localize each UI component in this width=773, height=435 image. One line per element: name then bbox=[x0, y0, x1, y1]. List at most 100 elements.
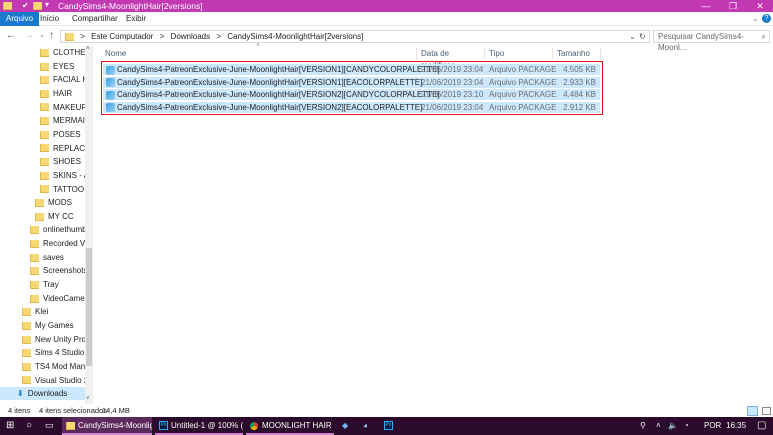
nav-item[interactable]: Visual Studio 201 bbox=[0, 374, 85, 387]
show-hidden-icons[interactable]: ˄ bbox=[656, 421, 661, 430]
close-button[interactable]: ✕ bbox=[750, 0, 770, 12]
nav-item[interactable]: Recorded Vid bbox=[0, 237, 85, 250]
taskbar-app-label: Untitled-1 @ 100% (L... bbox=[171, 421, 243, 430]
nav-item-label: Sims 4 Studio bbox=[35, 348, 85, 358]
column-header-name[interactable]: Nome bbox=[101, 48, 417, 60]
ribbon-tabs: Arquivo Início Compartilhar Exibir ⌄ ? bbox=[0, 12, 773, 26]
photoshop-pinned-icon[interactable]: Ps bbox=[384, 421, 393, 430]
back-button[interactable]: ← bbox=[6, 30, 16, 41]
breadcrumb-downloads[interactable]: Downloads bbox=[171, 32, 211, 41]
nav-item-label: Tray bbox=[43, 280, 59, 290]
sims4-studio-icon[interactable]: ◆ bbox=[342, 421, 348, 430]
tab-inicio[interactable]: Início bbox=[34, 12, 65, 26]
nav-item[interactable]: TS4 Mod Manag bbox=[0, 360, 85, 373]
minimize-button[interactable]: — bbox=[696, 0, 716, 12]
selected-size: 14,4 MB bbox=[102, 406, 130, 415]
nav-item[interactable]: MERMAID bbox=[0, 114, 85, 127]
address-bar[interactable]: > Este Computador > Downloads > CandySim… bbox=[60, 30, 650, 43]
nav-item[interactable]: New Unity Proje bbox=[0, 333, 85, 346]
folder-icon bbox=[40, 117, 49, 126]
column-header-date[interactable]: Data de modificaç... bbox=[417, 48, 485, 70]
nav-item[interactable]: EYES bbox=[0, 60, 85, 73]
nav-item-label: REPLACEM bbox=[53, 143, 85, 153]
restore-button[interactable]: ❐ bbox=[723, 0, 743, 12]
nav-item[interactable]: SHOES bbox=[0, 155, 85, 168]
nav-item-label: POSES bbox=[53, 129, 81, 139]
search-box[interactable]: Pesquisar CandySims4-Moonl... ⌕ bbox=[653, 30, 770, 52]
action-center-icon[interactable]: ▢ bbox=[757, 420, 766, 431]
recent-locations-icon[interactable]: ⌄ bbox=[39, 31, 45, 39]
expand-ribbon-icon[interactable]: ⌄ bbox=[752, 14, 759, 23]
nav-item[interactable]: CLOTHES | bbox=[0, 46, 85, 59]
quick-access-dropdown-icon[interactable]: ▾ bbox=[45, 0, 49, 9]
nav-item[interactable]: ⬇ Downloads bbox=[0, 387, 85, 401]
nav-item[interactable]: onlinethumb bbox=[0, 223, 85, 236]
language-indicator[interactable]: POR bbox=[704, 421, 721, 430]
cortana-search-icon[interactable]: ○ bbox=[26, 420, 32, 431]
taskbar-app-photoshop[interactable]: Ps Untitled-1 @ 100% (L... bbox=[155, 417, 243, 435]
start-button-windows-icon[interactable]: ⊞ bbox=[6, 420, 14, 431]
nav-item[interactable]: MY CC bbox=[0, 210, 85, 223]
forward-button[interactable]: → bbox=[24, 30, 34, 41]
large-icons-view-button[interactable] bbox=[762, 407, 771, 415]
taskbar-app-chrome[interactable]: MOONLIGHT HAIR | ... bbox=[246, 417, 334, 435]
app-icon[interactable]: ◕ bbox=[363, 421, 368, 430]
people-icon[interactable]: ⚲ bbox=[640, 421, 646, 430]
title-bar: ✔ ▾ CandySims4-MoonlightHair[2versions] … bbox=[0, 0, 773, 12]
search-input[interactable]: Pesquisar CandySims4-Moonl... bbox=[658, 32, 744, 52]
scroll-down-arrow[interactable]: ˅ bbox=[86, 396, 90, 402]
nav-scrollbar-thumb[interactable] bbox=[86, 248, 92, 366]
nav-item[interactable]: My Games bbox=[0, 319, 85, 332]
folder-icon bbox=[40, 130, 49, 139]
nav-item[interactable]: Sims 4 Studio bbox=[0, 346, 85, 359]
breadcrumb-este-computador[interactable]: Este Computador bbox=[91, 32, 153, 41]
column-header-size[interactable]: Tamanho bbox=[553, 48, 601, 60]
nav-item[interactable]: saves bbox=[0, 251, 85, 264]
nav-item[interactable]: HAIR bbox=[0, 87, 85, 100]
tab-exibir[interactable]: Exibir bbox=[120, 12, 152, 26]
folder-icon bbox=[40, 89, 49, 98]
help-icon[interactable]: ? bbox=[762, 14, 771, 23]
nav-item-label: Screenshots bbox=[43, 266, 85, 276]
taskbar-app-explorer[interactable]: CandySims4-Moonlig... bbox=[62, 417, 152, 435]
nav-item-label: HAIR bbox=[53, 88, 73, 98]
new-folder-icon[interactable] bbox=[33, 2, 42, 10]
folder-icon bbox=[40, 103, 49, 112]
tab-compartilhar[interactable]: Compartilhar bbox=[66, 12, 124, 26]
address-dropdown-icon[interactable]: ⌄ bbox=[629, 31, 636, 42]
refresh-icon[interactable]: ↻ bbox=[639, 31, 646, 42]
breadcrumb-current[interactable]: CandySims4-MoonlightHair[2versions] bbox=[227, 32, 363, 41]
nav-item-label: TATTOO bbox=[53, 184, 85, 194]
nav-item[interactable]: FACIAL HA bbox=[0, 73, 85, 86]
up-button[interactable]: ↑ bbox=[49, 30, 54, 41]
clock[interactable]: 16:35 bbox=[726, 421, 746, 430]
column-header-type[interactable]: Tipo bbox=[485, 48, 553, 60]
properties-icon[interactable]: ✔ bbox=[22, 1, 29, 10]
nav-item-label: SHOES bbox=[53, 157, 82, 167]
folder-icon bbox=[22, 308, 31, 317]
downloads-icon: ⬇ bbox=[17, 389, 24, 399]
taskbar: ⊞ ○ ▭ CandySims4-Moonlig... Ps Untitled-… bbox=[0, 417, 773, 435]
nav-item[interactable]: POSES bbox=[0, 128, 85, 141]
nav-item[interactable]: MAKEUP bbox=[0, 101, 85, 114]
scroll-up-arrow[interactable]: ˄ bbox=[86, 46, 90, 52]
folder-icon bbox=[30, 239, 39, 248]
nav-item[interactable]: Tray bbox=[0, 278, 85, 291]
folder-icon bbox=[40, 48, 49, 57]
task-view-icon[interactable]: ▭ bbox=[45, 420, 54, 431]
details-view-button[interactable] bbox=[747, 406, 758, 416]
folder-icon bbox=[40, 144, 49, 153]
nav-item[interactable]: SKINS - AD bbox=[0, 169, 85, 182]
nav-item-label: MERMAID bbox=[53, 116, 85, 126]
network-icon[interactable]: ◔ bbox=[684, 421, 689, 430]
nav-item[interactable]: Screenshots bbox=[0, 264, 85, 277]
nav-item[interactable]: MODS bbox=[0, 196, 85, 209]
nav-item[interactable]: TATTOO bbox=[0, 183, 85, 196]
nav-item[interactable]: VideoCamera bbox=[0, 292, 85, 305]
volume-icon[interactable]: 🔈 bbox=[668, 421, 678, 430]
taskbar-app-label: MOONLIGHT HAIR | ... bbox=[262, 421, 334, 430]
nav-item[interactable]: REPLACEM bbox=[0, 142, 85, 155]
folder-icon bbox=[66, 422, 75, 430]
folder-icon bbox=[22, 321, 31, 330]
nav-item[interactable]: Klei bbox=[0, 305, 85, 318]
